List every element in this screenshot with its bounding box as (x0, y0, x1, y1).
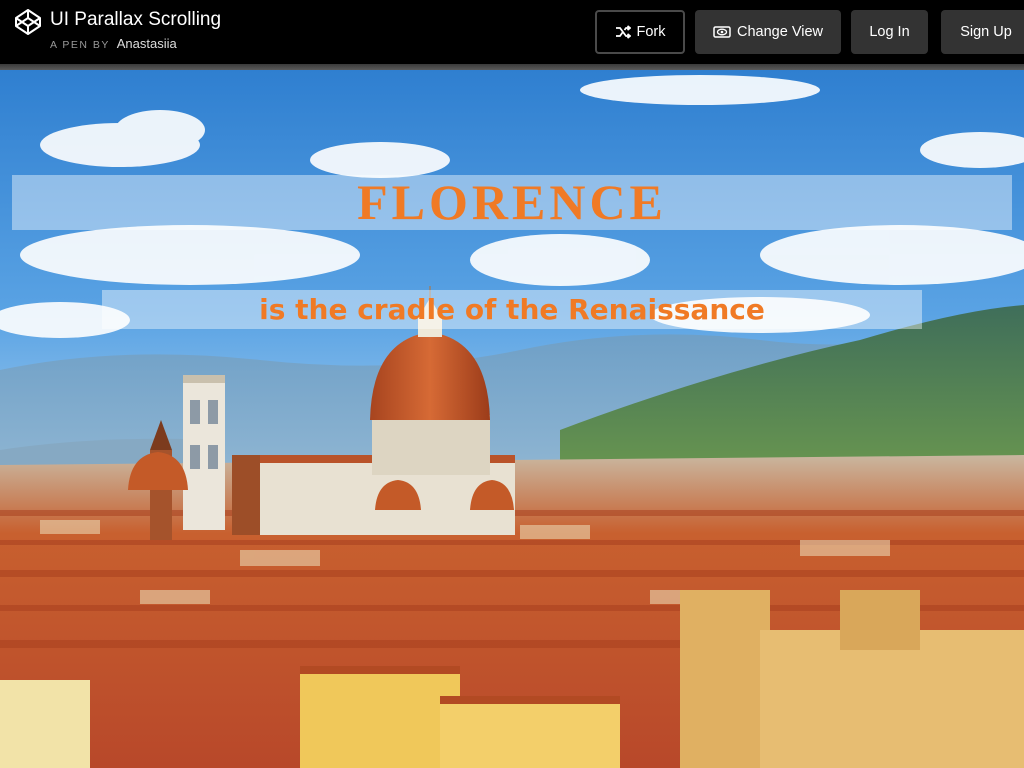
log-in-button[interactable]: Log In (851, 10, 928, 54)
fork-button[interactable]: Fork (595, 10, 685, 54)
headline-banner: FLORENCE (12, 175, 1012, 230)
codepen-logo-icon[interactable] (14, 8, 42, 36)
change-view-label: Change View (737, 24, 823, 40)
pen-title: UI Parallax Scrolling (50, 9, 222, 30)
sign-up-button[interactable]: Sign Up (941, 10, 1024, 54)
headline: FLORENCE (357, 174, 667, 230)
sign-up-label: Sign Up (960, 24, 1012, 40)
fork-icon (615, 25, 631, 39)
author-link[interactable]: Anastasiia (117, 36, 177, 51)
fork-label: Fork (636, 24, 666, 40)
byline-prefix: A PEN BY (50, 39, 110, 51)
change-view-button[interactable]: Change View (695, 10, 841, 54)
log-in-label: Log In (869, 24, 910, 40)
pen-preview[interactable]: FLORENCE is the cradle of the Renaissanc… (0, 70, 1024, 768)
subheadline: is the cradle of the Renaissance (259, 293, 765, 326)
subheadline-banner: is the cradle of the Renaissance (102, 290, 922, 329)
pen-header: UI Parallax Scrolling A PEN BY Anastasii… (0, 0, 1024, 64)
pen-title-block: UI Parallax Scrolling A PEN BY Anastasii… (50, 8, 221, 51)
byline: A PEN BY Anastasiia (50, 36, 221, 51)
eye-icon (713, 26, 731, 38)
